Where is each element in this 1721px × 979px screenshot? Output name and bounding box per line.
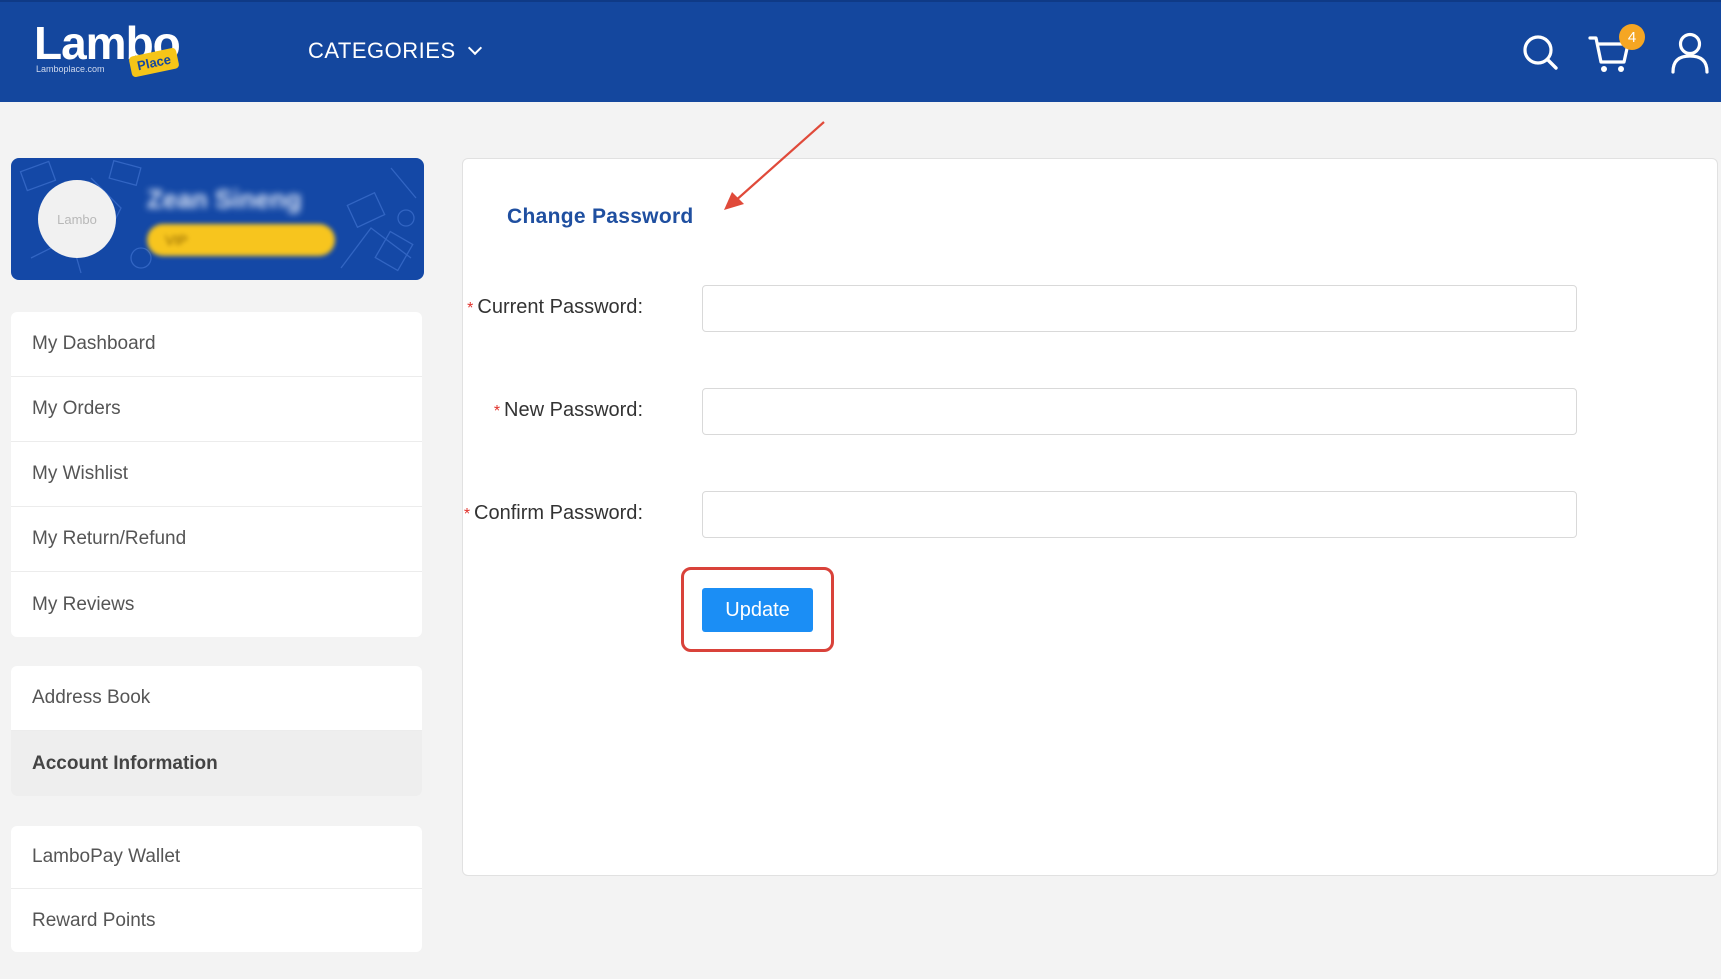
sidebar-item-return-refund[interactable]: My Return/Refund xyxy=(11,507,422,572)
sidebar-item-label: My Return/Refund xyxy=(32,528,187,549)
sidebar-item-account-information[interactable]: Account Information xyxy=(11,731,422,796)
annotation-arrow-icon xyxy=(724,121,825,210)
current-password-label: * Current Password: xyxy=(467,296,643,318)
top-header: Lambo Lamboplace.com Place CATEGORIES 4 xyxy=(0,0,1721,102)
sidebar-item-reward-points[interactable]: Reward Points xyxy=(11,889,422,952)
required-mark: * xyxy=(463,506,471,523)
required-mark: * xyxy=(467,300,474,317)
sidebar-item-lambopay-wallet[interactable]: LamboPay Wallet xyxy=(11,826,422,889)
categories-label: CATEGORIES xyxy=(308,38,456,63)
sidebar-group-account: Address Book Account Information xyxy=(11,666,422,796)
lambo-logo[interactable]: Lambo Lamboplace.com Place xyxy=(34,16,194,86)
sidebar-item-label: My Wishlist xyxy=(32,463,129,484)
required-mark: * xyxy=(493,403,501,420)
profile-name: Zean Sineng xyxy=(147,184,302,214)
avatar[interactable]: Lambo xyxy=(38,180,116,258)
search-icon xyxy=(1523,35,1558,70)
sidebar-item-label: Account Information xyxy=(32,752,218,774)
change-password-panel: Change Password * Current Password: * New … xyxy=(462,158,1718,876)
sidebar-item-label: My Orders xyxy=(32,398,121,419)
current-password-input[interactable] xyxy=(702,285,1577,332)
avatar-logo-text: Lambo xyxy=(57,211,97,227)
sidebar-group-wallet: LamboPay Wallet Reward Points xyxy=(11,826,422,952)
user-icon xyxy=(1671,32,1709,74)
page-title: Change Password xyxy=(507,205,694,228)
confirm-password-input[interactable] xyxy=(702,491,1577,538)
chevron-down-icon xyxy=(467,40,482,56)
sidebar-item-address-book[interactable]: Address Book xyxy=(11,666,422,731)
sidebar-item-reviews[interactable]: My Reviews xyxy=(11,572,422,637)
sidebar-item-label: LamboPay Wallet xyxy=(32,846,181,867)
sidebar-item-label: My Dashboard xyxy=(32,333,156,354)
sidebar-item-label: My Reviews xyxy=(32,593,135,615)
cart-count-badge: 4 xyxy=(1619,24,1645,50)
sidebar-item-orders[interactable]: My Orders xyxy=(11,377,422,442)
form-row-confirm-password: * Confirm Password: xyxy=(463,491,1719,539)
form-row-new-password: * New Password: xyxy=(463,388,1719,436)
new-password-input[interactable] xyxy=(702,388,1577,435)
confirm-password-label: * Confirm Password: xyxy=(463,502,643,524)
update-button[interactable]: Update xyxy=(702,588,813,632)
sidebar-item-label: Address Book xyxy=(32,687,151,708)
cart-button[interactable]: 4 xyxy=(1588,24,1645,76)
vip-badge-label: VIP xyxy=(165,232,188,248)
sidebar-item-wishlist[interactable]: My Wishlist xyxy=(11,442,422,507)
form-row-current-password: * Current Password: xyxy=(463,285,1719,333)
sidebar-item-label: Reward Points xyxy=(32,909,156,931)
profile-card: Lambo Zean Sineng VIP xyxy=(11,158,424,280)
sidebar-group-orders: My Dashboard My Orders My Wishlist My Re… xyxy=(11,312,422,637)
account-button[interactable] xyxy=(1668,28,1712,76)
vip-badge: VIP xyxy=(147,224,335,256)
logo-subtext: Lamboplace.com xyxy=(36,64,105,74)
new-password-label: * New Password: xyxy=(493,399,643,421)
sidebar-item-dashboard[interactable]: My Dashboard xyxy=(11,312,422,377)
categories-menu[interactable]: CATEGORIES xyxy=(308,38,482,64)
search-button[interactable] xyxy=(1519,28,1563,76)
